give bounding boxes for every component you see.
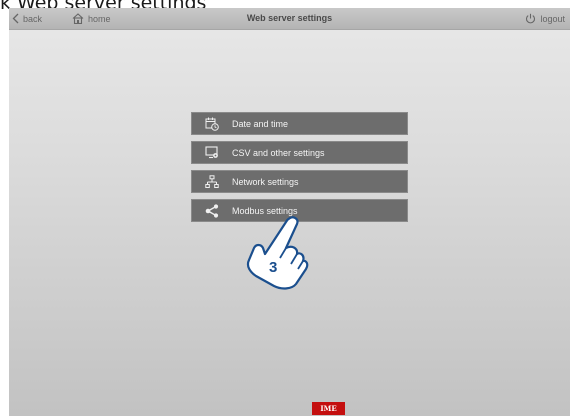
network-icon	[192, 170, 232, 193]
menu-item-label: Network settings	[232, 176, 299, 187]
device-screen: back home Web server settings logout Dat…	[9, 8, 570, 416]
page-title: Web server settings	[246, 13, 333, 23]
settings-menu: Date and time CSV and other settings Net…	[191, 112, 408, 228]
logout-button[interactable]: logout	[525, 8, 565, 29]
tap-hand-callout: 3	[246, 216, 309, 290]
ime-logo: IME	[312, 402, 345, 415]
power-icon	[526, 13, 536, 24]
menu-item-date-time[interactable]: Date and time	[191, 112, 408, 135]
top-bar: back home Web server settings logout	[9, 8, 570, 30]
monitor-settings-icon	[192, 141, 232, 164]
menu-item-label: Date and time	[232, 118, 289, 129]
logout-label: logout	[540, 13, 565, 24]
menu-item-network-settings[interactable]: Network settings	[191, 170, 408, 193]
step-number: 3	[269, 259, 277, 276]
calendar-clock-icon	[192, 112, 232, 135]
menu-item-label: CSV and other settings	[232, 147, 325, 158]
menu-item-csv-settings[interactable]: CSV and other settings	[191, 141, 408, 164]
share-icon	[192, 199, 232, 222]
